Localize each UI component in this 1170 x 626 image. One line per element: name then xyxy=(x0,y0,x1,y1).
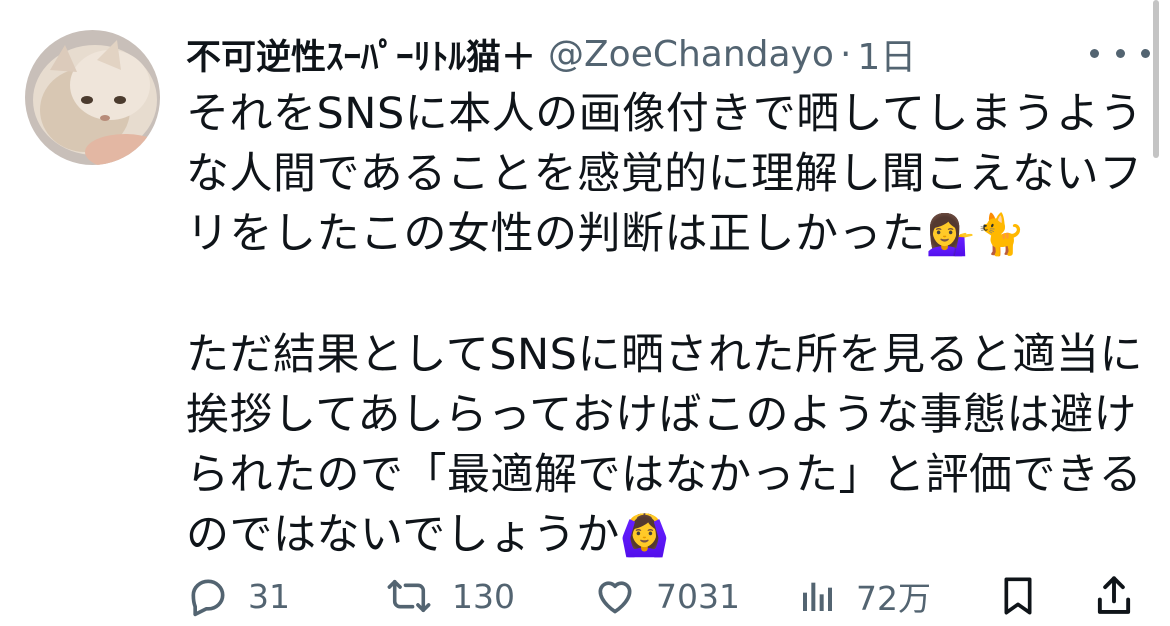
tweet-line: それをSNSに本人の画像付きで晒してしまうよう xyxy=(186,89,1143,139)
like-button[interactable]: 7031 xyxy=(592,566,740,626)
like-count: 7031 xyxy=(656,576,740,616)
more-options-icon[interactable] xyxy=(1090,38,1150,68)
tweet-line: 挨拶してあしらっておけばこのような事態は避け xyxy=(186,390,1137,440)
tweet-paragraph-2: ただ結果としてSNSに晒された所を見ると適当に 挨拶してあしらっておけばこのよう… xyxy=(186,325,1146,566)
tweet-line: な人間であることを感覚的に理解し聞こえないフ xyxy=(186,149,1143,199)
dot-icon xyxy=(1115,48,1125,58)
share-icon xyxy=(1092,573,1136,619)
user-handle[interactable]: @ZoeChandayo xyxy=(548,34,834,75)
separator-dot: · xyxy=(839,33,852,75)
timestamp[interactable]: 1日 xyxy=(857,28,916,80)
views-button[interactable]: 72万 xyxy=(798,566,931,626)
dot-icon xyxy=(1090,48,1099,58)
retweet-count: 130 xyxy=(452,576,515,616)
share-button[interactable] xyxy=(1092,566,1136,626)
scrollbar[interactable] xyxy=(1153,0,1159,158)
tweet-line: のではないでしょうか xyxy=(186,510,620,560)
bookmark-button[interactable] xyxy=(998,566,1038,626)
heart-icon xyxy=(592,574,638,618)
display-name[interactable]: 不可逆性ｽｰﾊﾟｰﾘﾄﾙ猫＋ xyxy=(186,29,536,80)
reply-button[interactable]: 31 xyxy=(186,566,290,626)
cat-avatar-icon xyxy=(25,30,160,165)
views-chart-icon xyxy=(798,574,838,618)
action-bar: 31 130 7031 72万 xyxy=(186,566,1146,626)
tweet-paragraph-1: それをSNSに本人の画像付きで晒してしまうよう な人間であることを感覚的に理解し… xyxy=(186,84,1146,265)
tweet-line: ただ結果としてSNSに晒された所を見ると適当に xyxy=(186,330,1143,380)
tweet-header: 不可逆性ｽｰﾊﾟｰﾘﾄﾙ猫＋ @ZoeChandayo · 1日 xyxy=(186,24,916,84)
reply-icon xyxy=(186,574,230,618)
retweet-icon xyxy=(384,574,434,618)
emoji-tipping-hand-and-cat: 💁‍♀️🐈 xyxy=(925,212,1027,258)
tweet-text: それをSNSに本人の画像付きで晒してしまうよう な人間であることを感覚的に理解し… xyxy=(186,84,1146,566)
tweet-line: リをしたこの女性の判断は正しかった xyxy=(186,209,926,259)
bookmark-icon xyxy=(998,573,1038,619)
dot-icon xyxy=(1141,48,1150,58)
views-count: 72万 xyxy=(856,579,931,618)
avatar[interactable] xyxy=(25,30,160,165)
reply-count: 31 xyxy=(248,576,290,616)
emoji-ok-gesture: 🙆‍♀️ xyxy=(619,513,671,559)
tweet: 不可逆性ｽｰﾊﾟｰﾘﾄﾙ猫＋ @ZoeChandayo · 1日 それをSNSに… xyxy=(0,0,1170,626)
retweet-button[interactable]: 130 xyxy=(384,566,515,626)
tweet-line: られたので「最適解ではなかった」と評価できる xyxy=(186,450,1143,500)
